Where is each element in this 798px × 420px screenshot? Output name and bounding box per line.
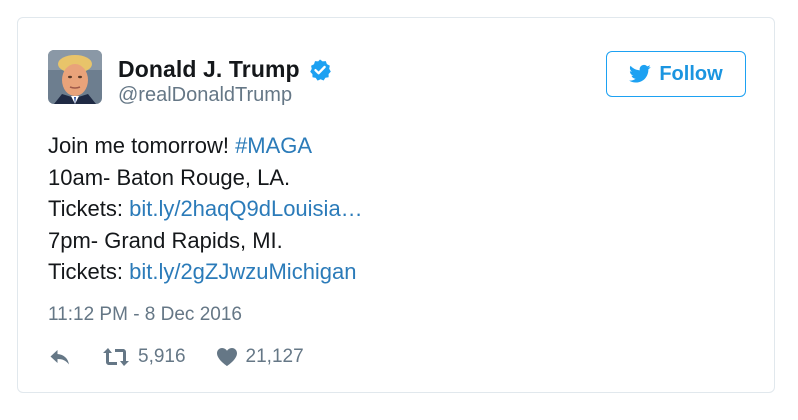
reply-icon [48, 347, 72, 367]
twitter-bird-icon [629, 64, 651, 84]
tweet-text: Join me tomorrow! #MAGA 10am- Baton Roug… [48, 130, 748, 288]
author-handle[interactable]: @realDonaldTrump [118, 84, 292, 107]
retweet-icon [102, 347, 130, 367]
author-name-row: Donald J. Trump [118, 56, 332, 83]
heart-icon [216, 347, 238, 367]
like-button[interactable]: 21,127 [216, 346, 304, 368]
tweet-line-2: 10am- Baton Rouge, LA. [48, 164, 291, 190]
avatar-image [48, 50, 102, 104]
ticket-link-louisiana[interactable]: bit.ly/2haqQ9dLouisia… [129, 196, 363, 221]
tweet-card: Donald J. Trump @realDonaldTrump Follow … [17, 17, 775, 393]
tweet-timestamp[interactable]: 11:12 PM - 8 Dec 2016 [48, 304, 242, 326]
tweet-line-3-text: Tickets: [48, 196, 130, 221]
avatar[interactable] [48, 50, 102, 104]
follow-button[interactable]: Follow [606, 51, 746, 97]
ticket-link-michigan[interactable]: bit.ly/2gZJwzuMichigan [129, 259, 356, 284]
tweet-line-5-text: Tickets: [48, 259, 130, 284]
tweet-line-4: 7pm- Grand Rapids, MI. [48, 227, 283, 253]
verified-badge-icon [308, 58, 332, 82]
hashtag-link[interactable]: #MAGA [235, 133, 312, 158]
author-name[interactable]: Donald J. Trump [118, 56, 300, 83]
follow-button-label: Follow [659, 62, 723, 85]
retweet-count: 5,916 [138, 346, 186, 367]
tweet-line-5: Tickets: bit.ly/2gZJwzuMichigan [48, 256, 748, 288]
reply-button[interactable] [48, 347, 72, 367]
tweet-line-1: Join me tomorrow! #MAGA [48, 130, 748, 162]
tweet-actions: 5,916 21,127 [48, 346, 304, 368]
retweet-button[interactable]: 5,916 [102, 346, 186, 368]
tweet-line-3: Tickets: bit.ly/2haqQ9dLouisia… [48, 193, 748, 225]
like-count: 21,127 [245, 346, 304, 367]
tweet-line-1-text: Join me tomorrow! [48, 133, 236, 158]
